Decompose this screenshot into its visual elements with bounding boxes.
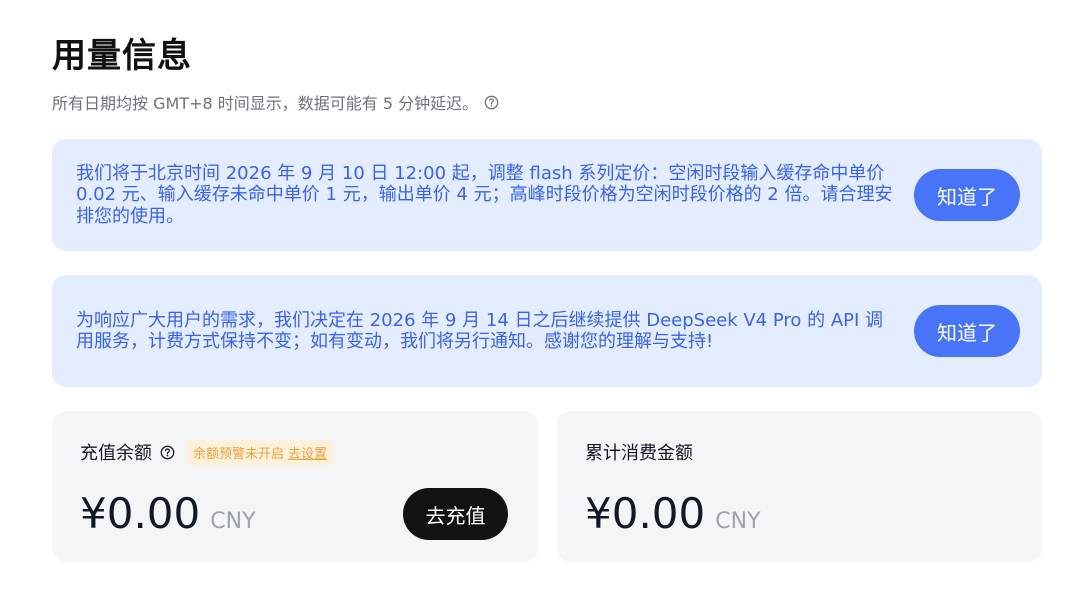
total-spend-amount: ¥0.00 [585, 489, 706, 538]
total-spend-currency: CNY [715, 509, 761, 534]
help-circle-icon[interactable] [160, 445, 175, 460]
acknowledge-pricing-button[interactable]: 知道了 [914, 169, 1020, 221]
balance-amount: ¥0.00 [80, 489, 201, 538]
balance-warning-badge: 余额预警未开启 去设置 [187, 439, 334, 465]
balance-label: 充值余额 [80, 443, 152, 464]
recharge-button[interactable]: 去充值 [403, 488, 508, 540]
service-notice: 为响应广大用户的需求，我们决定在 2026 年 9 月 14 日之后继续提供 D… [52, 275, 1042, 387]
pricing-notice: 我们将于北京时间 2026 年 9 月 10 日 12:00 起，调整 flas… [52, 139, 1042, 251]
balance-warning-text: 余额预警未开启 [193, 446, 285, 462]
page-title: 用量信息 [52, 36, 192, 76]
balance-card-header: 充值余额 余额预警未开启 去设置 [80, 439, 334, 465]
total-spend-header: 累计消费金额 [585, 439, 693, 465]
help-circle-icon[interactable] [484, 95, 499, 110]
total-spend-amount-row: ¥0.00 CNY [585, 489, 761, 538]
timezone-note: 所有日期均按 GMT+8 时间显示，数据可能有 5 分钟延迟。 [52, 90, 499, 114]
total-spend-label: 累计消费金额 [585, 443, 693, 464]
usage-page: 用量信息 所有日期均按 GMT+8 时间显示，数据可能有 5 分钟延迟。 我们将… [0, 0, 1080, 600]
acknowledge-service-button[interactable]: 知道了 [914, 305, 1020, 357]
total-spend-card: 累计消费金额 ¥0.00 CNY [557, 411, 1042, 562]
timezone-note-text: 所有日期均按 GMT+8 时间显示，数据可能有 5 分钟延迟。 [52, 94, 479, 113]
service-notice-text: 为响应广大用户的需求，我们决定在 2026 年 9 月 14 日之后继续提供 D… [76, 309, 884, 352]
balance-warning-settings-link[interactable]: 去设置 [288, 443, 327, 462]
balance-card: 充值余额 余额预警未开启 去设置 ¥0.00 CNY 去充值 [52, 411, 538, 562]
balance-currency: CNY [210, 509, 256, 534]
balance-amount-row: ¥0.00 CNY [80, 489, 256, 538]
pricing-notice-text: 我们将于北京时间 2026 年 9 月 10 日 12:00 起，调整 flas… [76, 163, 893, 227]
